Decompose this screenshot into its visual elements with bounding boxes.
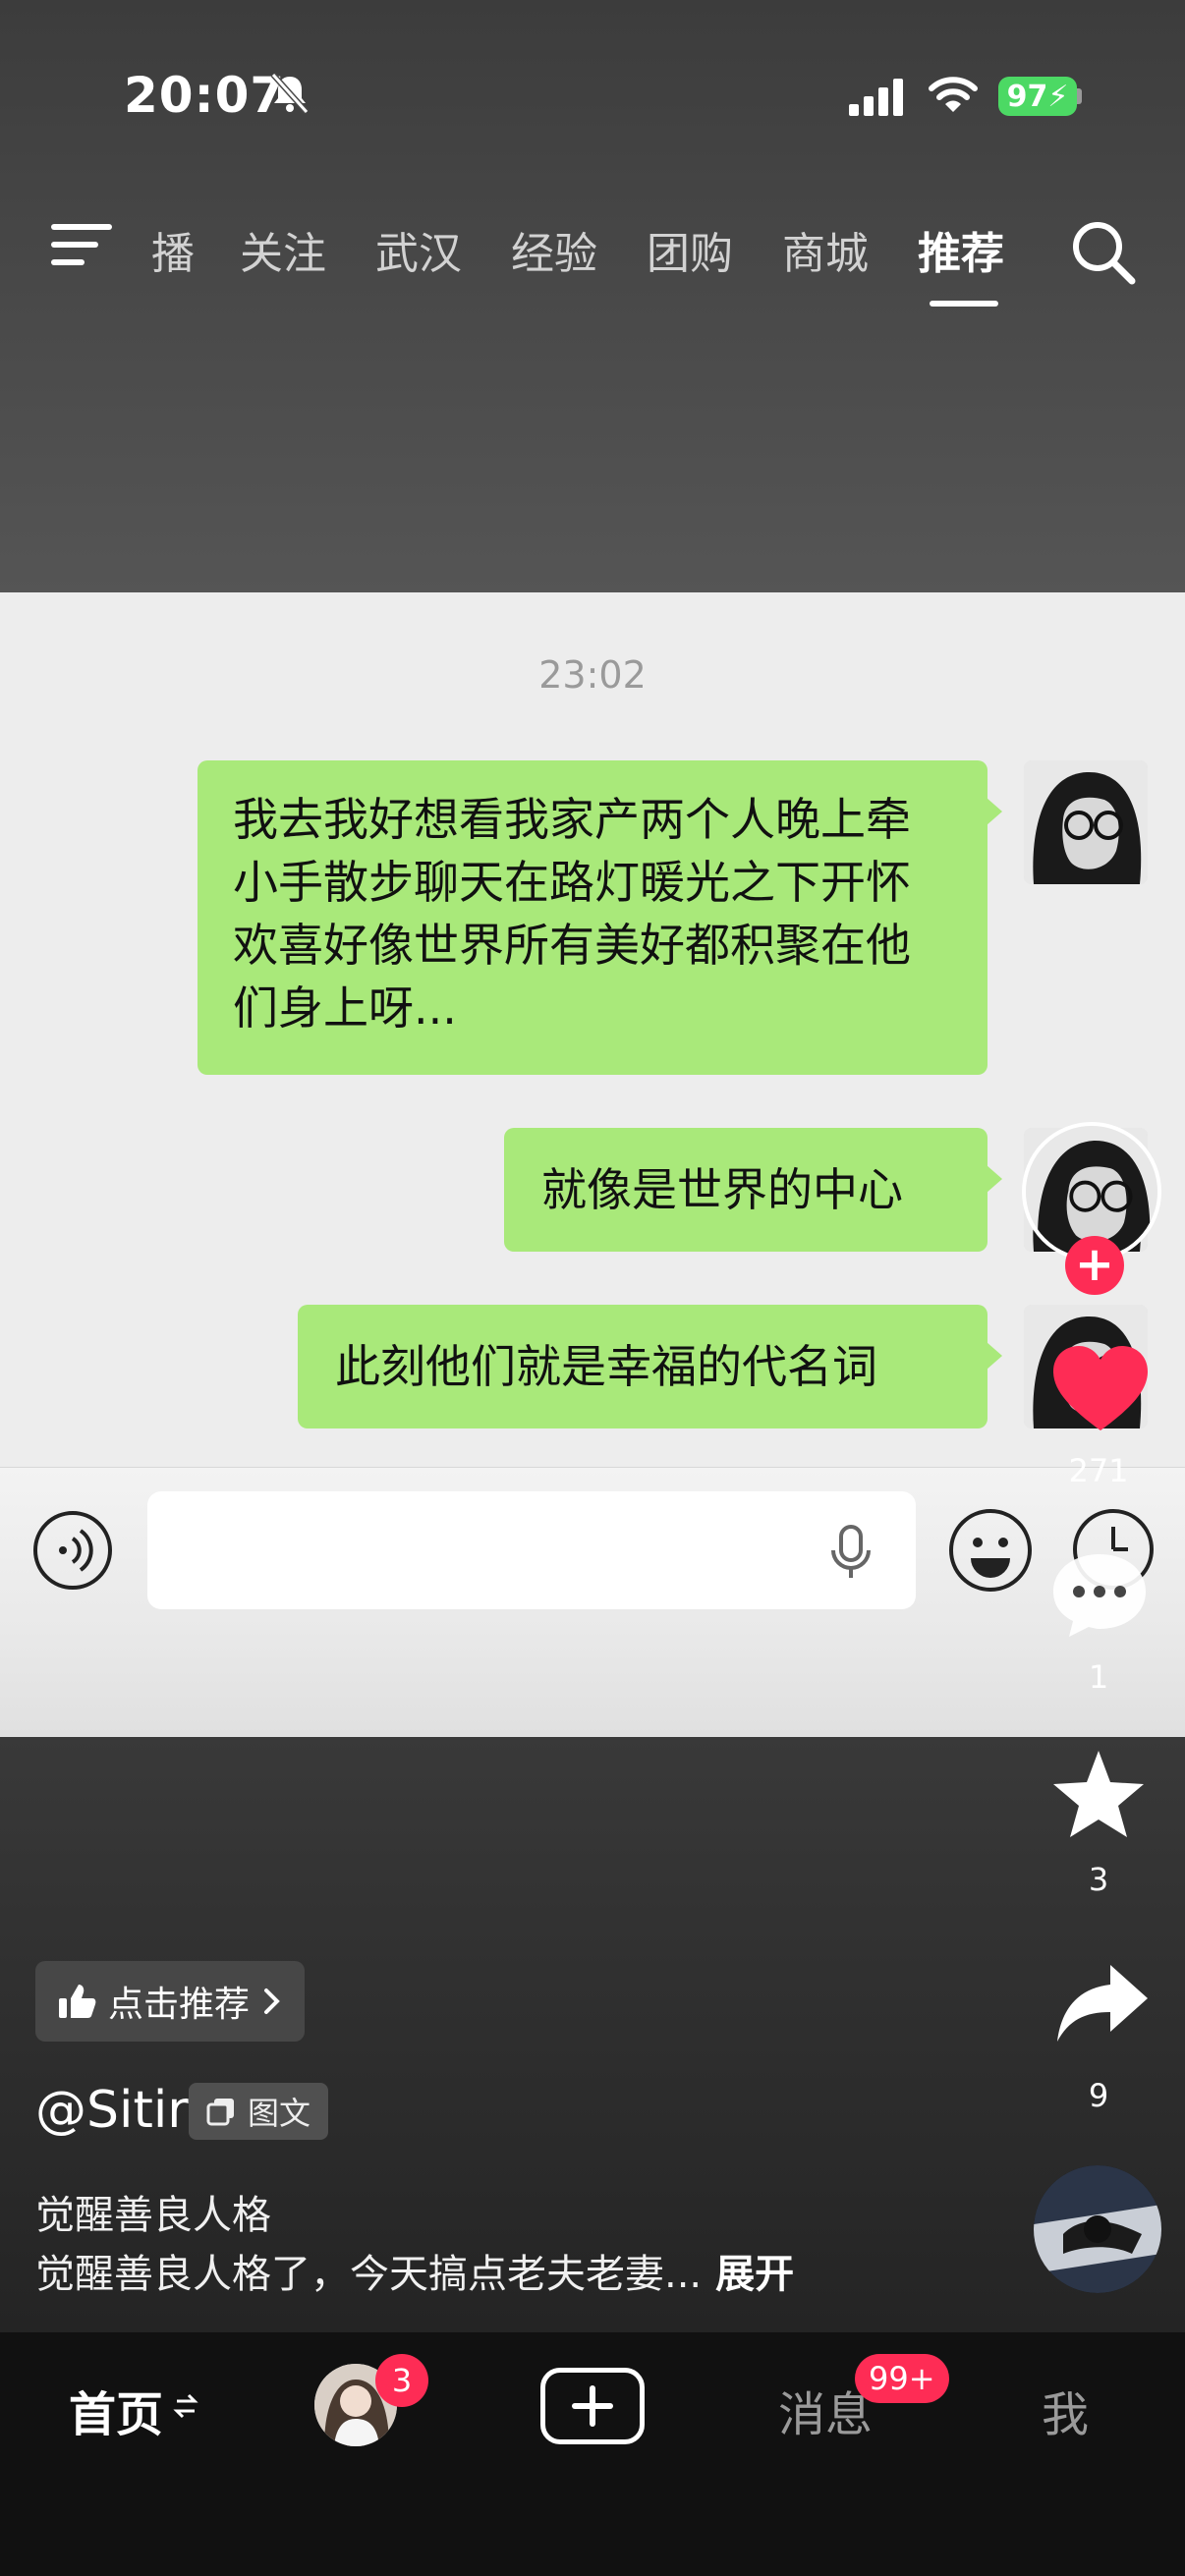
friend-notification-badge: 3 [375, 2354, 428, 2407]
messages-badge: 99+ [855, 2354, 949, 2403]
heart-icon[interactable] [1051, 1344, 1150, 1434]
post-description: 觉醒善良人格了，今天搞点老夫老妻... 展开 [35, 2242, 794, 2299]
post-type-badge: 图文 [189, 2083, 329, 2140]
status-time: 20:07 [124, 67, 286, 124]
chat-bubble: 就像是世界的中心 [504, 1128, 1002, 1252]
chat-text-input [147, 1491, 916, 1609]
cellular-signal-icon [849, 79, 903, 116]
chat-bubble: 此刻他们就是幸福的代名词 [298, 1305, 1002, 1428]
bell-mute-icon [270, 72, 310, 115]
plus-icon [572, 2385, 613, 2427]
recommend-button[interactable]: 点击推荐 [35, 1961, 306, 2042]
switch-arrows-icon[interactable] [173, 2391, 198, 2421]
battery-indicator: 97 ⚡ [998, 77, 1077, 116]
menu-icon[interactable] [51, 220, 112, 269]
chat-timestamp: 23:02 [538, 653, 647, 697]
tab-live[interactable]: 播 [151, 218, 195, 281]
tab-group-buy[interactable]: 团购 [647, 218, 733, 281]
active-tab-indicator [930, 301, 998, 307]
tab-experience[interactable]: 经验 [511, 218, 597, 281]
chat-avatar [1024, 760, 1148, 884]
nav-home[interactable]: 首页 [69, 2376, 163, 2444]
search-icon[interactable] [1069, 218, 1138, 287]
comment-icon[interactable] [1049, 1550, 1150, 1639]
post-title: 觉醒善良人格 [35, 2193, 271, 2238]
chat-bubble: 我去我好想看我家产两个人晚上牵小手散步聊天在路灯暖光之下开怀欢喜好像世界所有美好… [198, 760, 1002, 1075]
favorite-star-icon[interactable] [1049, 1747, 1148, 1841]
create-post-button[interactable] [540, 2368, 645, 2444]
share-count: 9 [1088, 2077, 1109, 2114]
follow-button[interactable]: + [1065, 1236, 1124, 1295]
voice-input-icon [33, 1511, 112, 1590]
recommend-label: 点击推荐 [108, 1985, 251, 2025]
tab-wuhan[interactable]: 武汉 [375, 218, 462, 281]
like-count: 271 [1068, 1452, 1129, 1489]
wifi-icon [929, 77, 978, 112]
tab-recommend[interactable]: 推荐 [918, 218, 1004, 281]
author-name[interactable]: @Sitir [35, 2081, 189, 2140]
microphone-icon [831, 1525, 871, 1578]
nav-me[interactable]: 我 [1042, 2376, 1089, 2444]
chevron-right-icon [264, 1988, 280, 2014]
tab-following[interactable]: 关注 [240, 218, 326, 281]
post-type-label: 图文 [248, 2095, 311, 2132]
music-disc[interactable] [1034, 2165, 1161, 2293]
battery-tip [1077, 88, 1082, 104]
favorite-count: 3 [1088, 1861, 1109, 1898]
tab-mall[interactable]: 商城 [782, 218, 869, 281]
image-text-icon [206, 2099, 234, 2126]
share-arrow-icon[interactable] [1053, 1963, 1150, 2044]
expand-link[interactable]: 展开 [715, 2252, 794, 2297]
post-description-text: 觉醒善良人格了，今天搞点老夫老妻... [35, 2252, 703, 2297]
comment-count: 1 [1088, 1658, 1109, 1696]
thumbs-up-icon [59, 1985, 96, 2018]
emoji-icon [949, 1509, 1032, 1592]
